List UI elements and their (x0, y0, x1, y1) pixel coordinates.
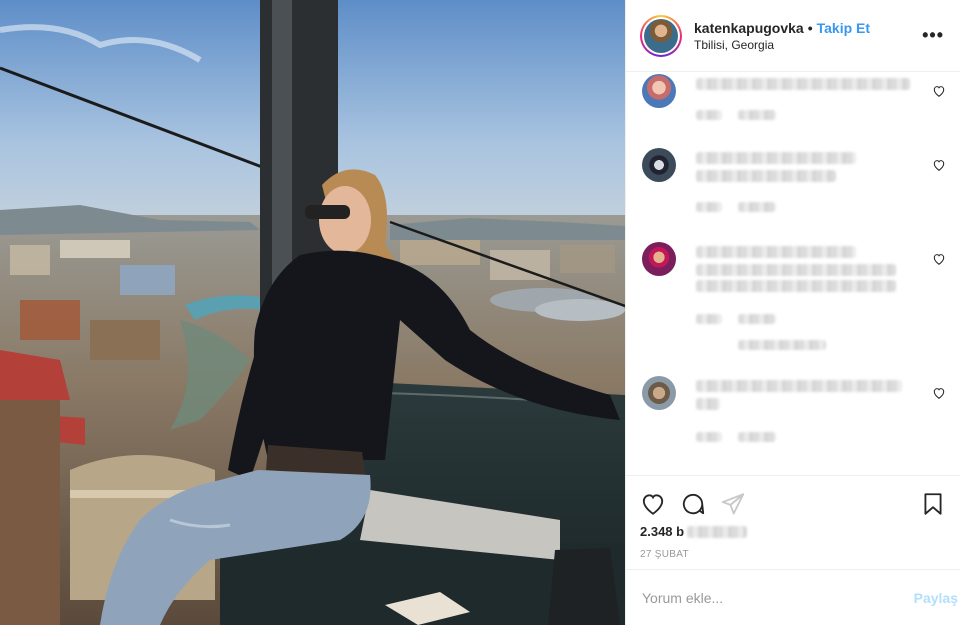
add-comment-bar: Paylaş (626, 569, 960, 625)
post-photo[interactable] (0, 0, 625, 625)
comment-text (696, 152, 856, 164)
post-date: 27 ŞUBAT (640, 549, 689, 560)
photo-illustration (0, 0, 625, 625)
side-panel: katenkapugovka • Takip Et Tbilisi, Georg… (625, 0, 960, 625)
comment-text (696, 78, 910, 90)
comment-heart-icon[interactable] (932, 158, 946, 172)
comment-time (696, 202, 722, 212)
likes-count[interactable]: 2.348 b (640, 524, 946, 539)
comment-text (696, 170, 836, 182)
comment-text (696, 246, 856, 258)
comment-text (696, 380, 902, 392)
action-row (640, 484, 946, 524)
comment-time (696, 432, 722, 442)
comment-icon[interactable] (680, 491, 706, 517)
comment-heart-icon[interactable] (932, 252, 946, 266)
heart-icon[interactable] (640, 491, 666, 517)
comment-item (642, 376, 946, 456)
comment-text (696, 264, 896, 276)
share-icon[interactable] (720, 491, 746, 517)
more-icon[interactable]: ••• (918, 25, 948, 46)
post-header: katenkapugovka • Takip Et Tbilisi, Georg… (626, 0, 960, 72)
user-block: katenkapugovka • Takip Et Tbilisi, Georg… (694, 20, 918, 52)
comments-list[interactable] (626, 72, 960, 475)
likes-label-blurred (687, 525, 748, 538)
comment-avatar[interactable] (642, 74, 676, 108)
comment-input[interactable] (642, 589, 914, 606)
instagram-post: katenkapugovka • Takip Et Tbilisi, Georg… (0, 0, 960, 625)
bookmark-icon[interactable] (920, 491, 946, 517)
view-replies[interactable] (738, 340, 826, 350)
comment-time (696, 110, 722, 120)
avatar-image (644, 18, 678, 53)
comment-avatar[interactable] (642, 376, 676, 410)
post-comment-button[interactable]: Paylaş (914, 590, 960, 606)
comment-heart-icon[interactable] (932, 84, 946, 98)
comment-heart-icon[interactable] (932, 386, 946, 400)
avatar[interactable] (640, 14, 682, 57)
separator-dot: • (807, 19, 813, 36)
comment-text (696, 280, 896, 292)
post-actions: 2.348 b 27 ŞUBAT Paylaş (626, 475, 960, 625)
comment-item (642, 72, 946, 132)
comment-reply[interactable] (738, 314, 776, 324)
comment-avatar[interactable] (642, 148, 676, 182)
comment-item (642, 242, 946, 362)
likes-count-text: 2.348 b (640, 524, 685, 539)
comment-avatar[interactable] (642, 242, 676, 276)
comment-reply[interactable] (738, 432, 776, 442)
comment-time (696, 314, 722, 324)
comment-item (642, 148, 946, 228)
location-link[interactable]: Tbilisi, Georgia (694, 38, 918, 52)
username-link[interactable]: katenkapugovka (694, 20, 804, 36)
comment-reply[interactable] (738, 110, 776, 120)
follow-button[interactable]: Takip Et (817, 20, 870, 36)
comment-reply[interactable] (738, 202, 776, 212)
comment-text (696, 398, 720, 410)
